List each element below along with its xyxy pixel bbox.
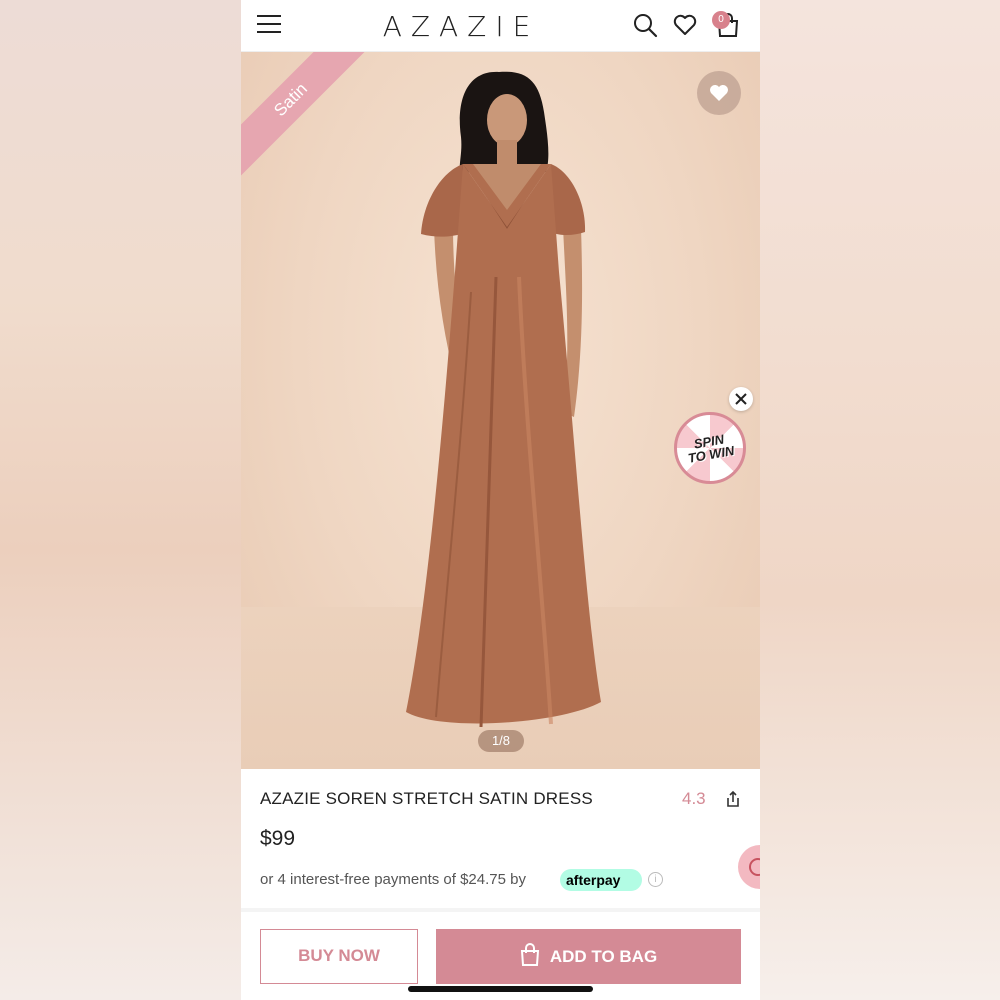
share-icon[interactable] — [725, 790, 741, 808]
buy-now-button[interactable]: BUY NOW — [260, 929, 418, 984]
chat-icon — [749, 858, 760, 876]
spin-to-win-label: SPIN TO WIN — [686, 431, 736, 466]
heart-icon — [710, 85, 728, 101]
product-image[interactable]: Satin SPIN TO WIN 1/8 — [241, 52, 760, 769]
model-figure — [406, 71, 601, 728]
close-icon — [735, 393, 747, 405]
product-title: AZAZIE SOREN STRETCH SATIN DRESS — [260, 789, 593, 808]
brand-logo[interactable]: AZAZIE — [371, 10, 551, 43]
installments-text: or 4 interest-free payments of $24.75 by — [260, 871, 526, 888]
section-divider — [241, 908, 760, 912]
wishlist-button[interactable] — [697, 71, 741, 115]
shopping-bag-icon — [520, 942, 539, 966]
chat-button[interactable] — [738, 845, 760, 889]
home-indicator[interactable] — [408, 986, 593, 992]
spin-to-win-button[interactable]: SPIN TO WIN — [674, 412, 746, 484]
product-price: $99 — [260, 827, 296, 850]
top-header: AZAZIE 0 — [241, 0, 760, 52]
app-screen: AZAZIE 0 Satin SPIN TO WIN 1/8 AZAZIE SO… — [241, 0, 760, 1000]
afterpay-badge[interactable]: afterpay — [560, 869, 642, 891]
menu-icon[interactable] — [257, 15, 281, 35]
add-to-bag-button[interactable]: ADD TO BAG — [436, 929, 741, 984]
add-to-bag-label: ADD TO BAG — [549, 947, 658, 966]
info-icon[interactable]: i — [648, 872, 663, 887]
background-right — [760, 0, 1000, 1000]
image-counter: 1/8 — [478, 730, 524, 752]
cart-count-badge: 0 — [712, 11, 730, 29]
product-rating[interactable]: 4.3 — [682, 789, 706, 809]
heart-icon[interactable] — [672, 12, 698, 38]
background-left — [0, 0, 241, 1000]
search-icon[interactable] — [632, 12, 658, 38]
close-promo-button[interactable] — [729, 387, 753, 411]
